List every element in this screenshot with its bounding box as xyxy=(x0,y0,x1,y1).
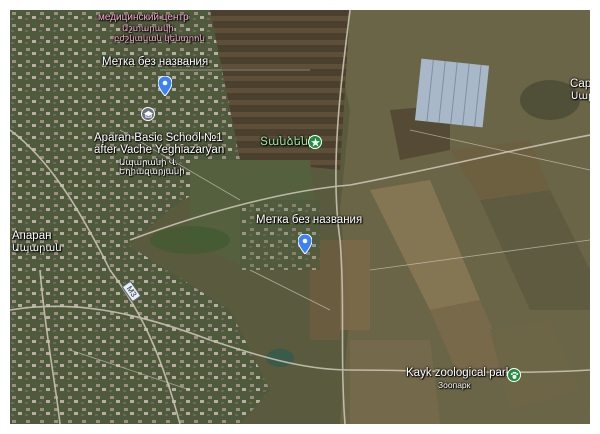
place-label-2[interactable]: Метка без названия xyxy=(256,214,362,227)
school-sublabel-2: Եղիազարյանի xyxy=(119,166,185,176)
school-icon[interactable] xyxy=(141,107,155,121)
medical-center-sublabel-2: բժշկական կենտրոն xyxy=(114,33,205,43)
school-label-line2[interactable]: after Vache Yeghiazaryan xyxy=(94,144,224,157)
map-pin-icon[interactable] xyxy=(158,76,172,96)
paw-icon[interactable] xyxy=(507,368,521,382)
edge-label-ru[interactable]: Сар xyxy=(570,78,590,91)
town-label-hy: Ապարան xyxy=(12,243,62,254)
satellite-map[interactable]: медицинский центр Աշտարակի բժշկական կենտ… xyxy=(10,10,590,424)
place-label-1[interactable]: Метка без названия xyxy=(102,56,208,69)
town-label-ru[interactable]: Апаран xyxy=(12,230,51,243)
medical-center-label[interactable]: медицинский центр xyxy=(98,12,189,24)
park-sublabel: Зоопарк xyxy=(438,380,471,390)
park-label[interactable]: Kayk zoological park xyxy=(406,367,511,380)
church-icon[interactable] xyxy=(308,135,322,149)
edge-label-hy: Սար xyxy=(571,91,590,102)
map-pin-icon[interactable] xyxy=(298,234,312,254)
